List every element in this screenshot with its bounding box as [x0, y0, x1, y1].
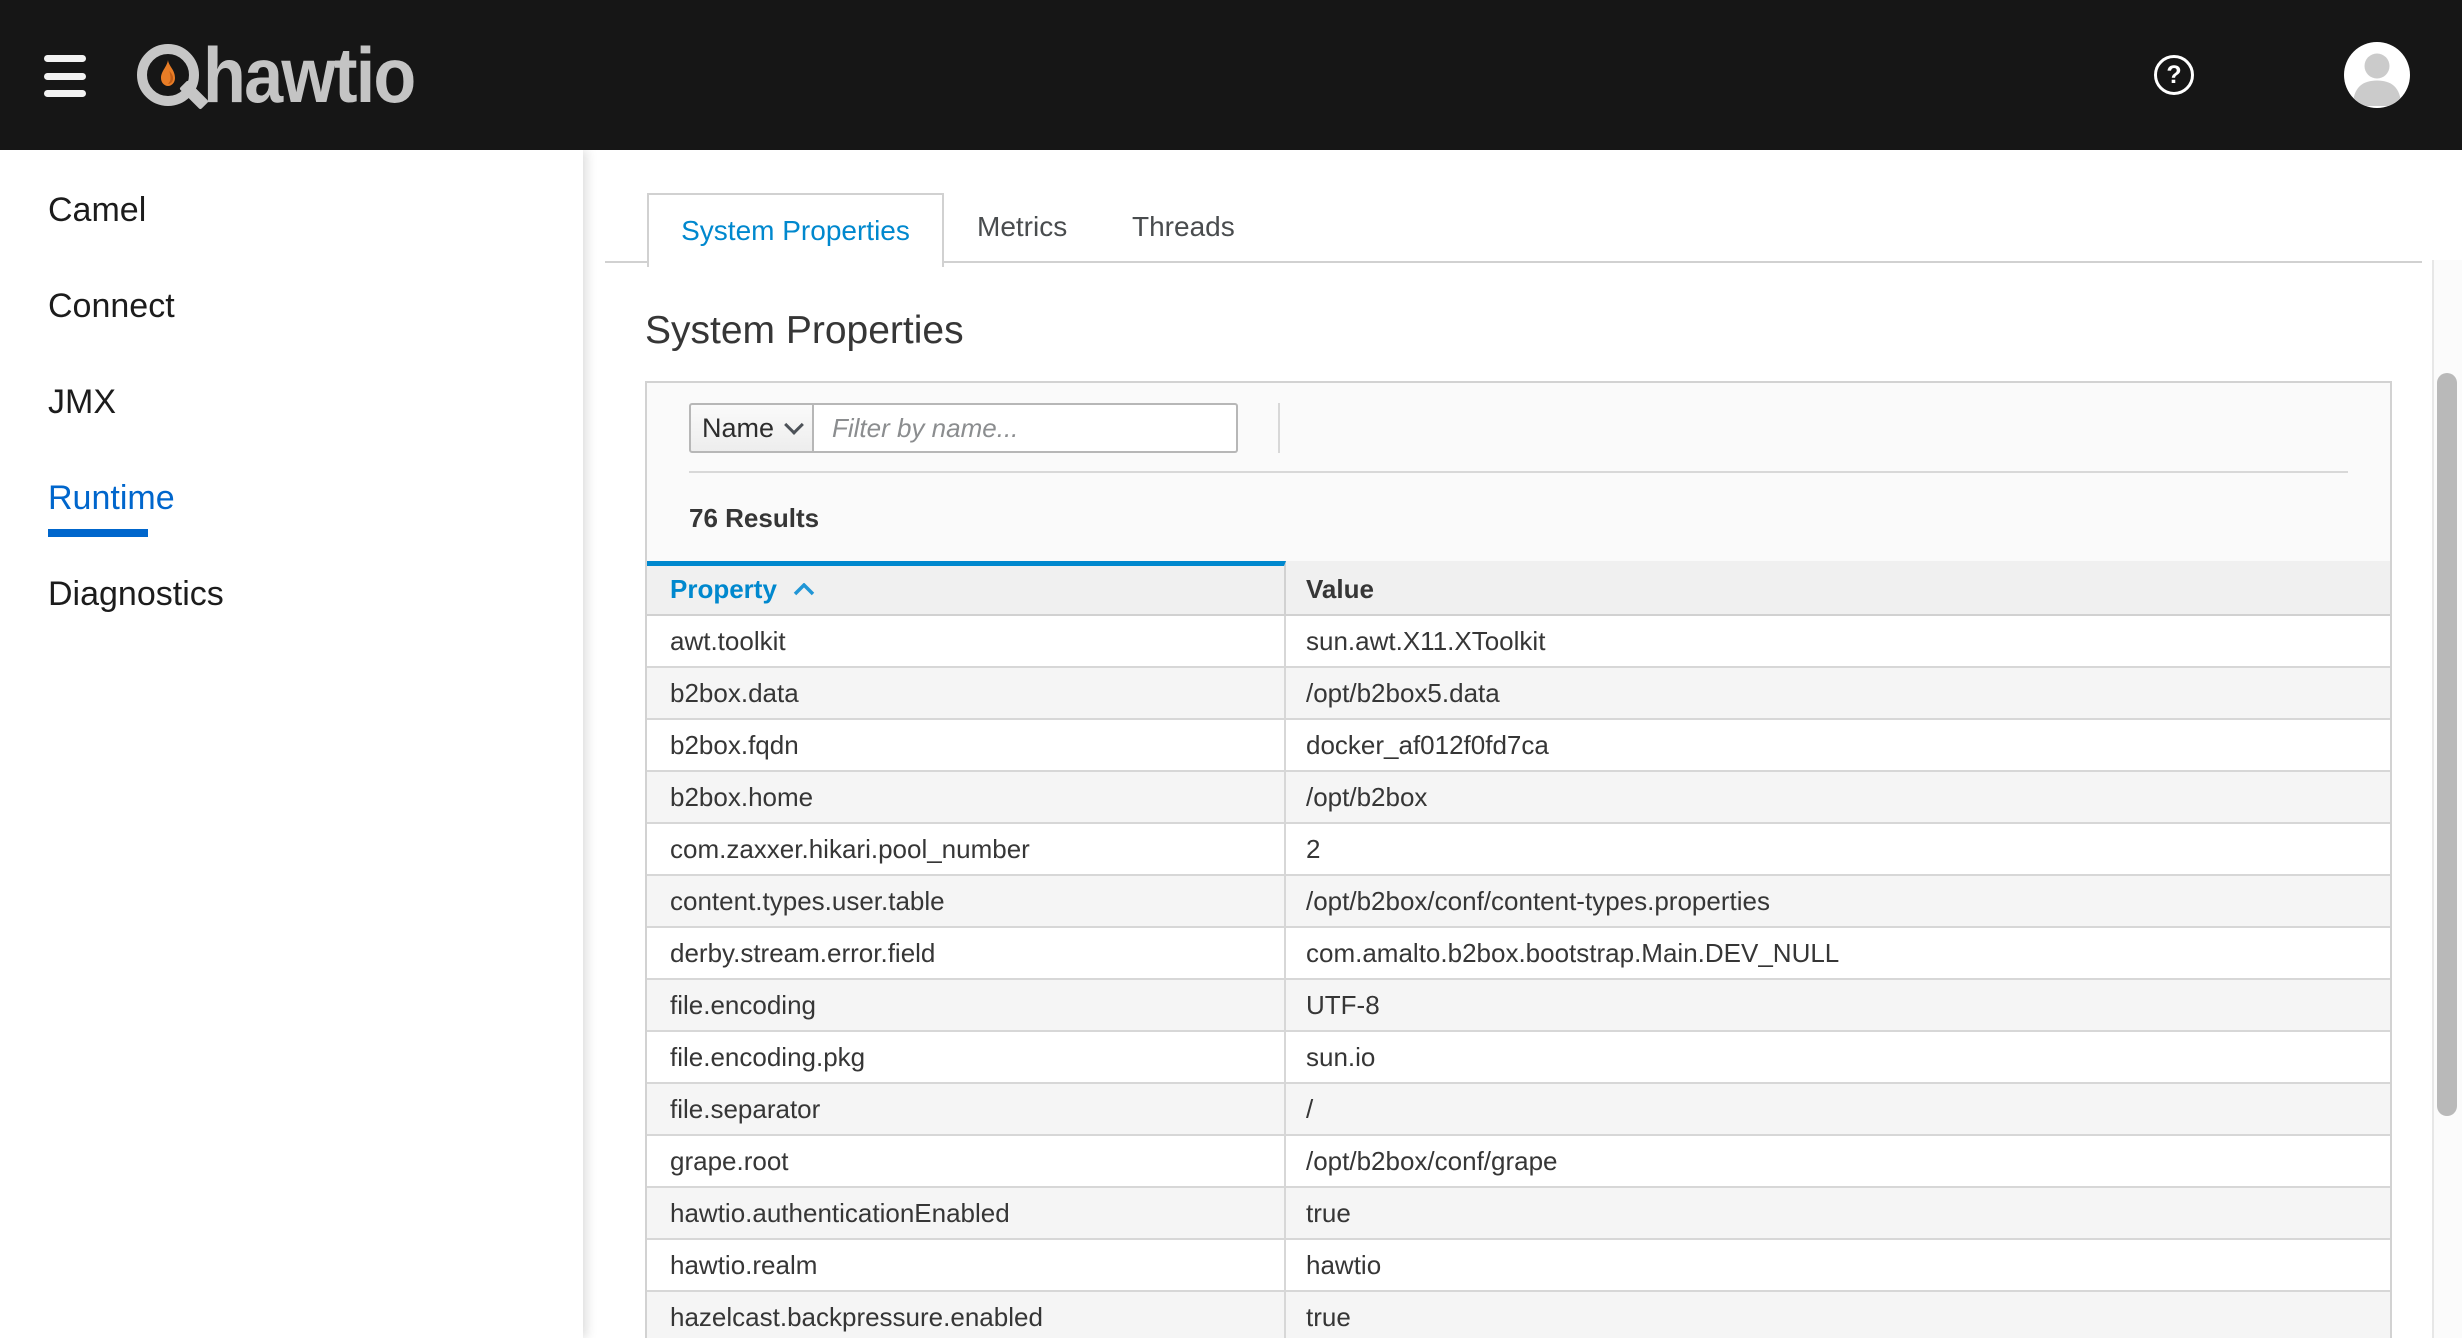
- main-content: System Properties Metrics Threads System…: [583, 150, 2462, 1338]
- property-cell: awt.toolkit: [647, 616, 1286, 666]
- sidebar-item-diagnostics[interactable]: Diagnostics: [0, 546, 583, 642]
- scrollbar-track[interactable]: [2432, 260, 2462, 1338]
- table-row: file.encoding UTF-8: [647, 980, 2390, 1032]
- value-cell: UTF-8: [1286, 980, 2390, 1030]
- table-header-row: Property Value: [647, 561, 2390, 616]
- filter-attribute-dropdown[interactable]: Name: [689, 403, 814, 453]
- brand-logo[interactable]: hawtio: [137, 0, 438, 150]
- table-row: hazelcast.backpressure.enabled true: [647, 1292, 2390, 1338]
- filter-toolbar: Name: [647, 383, 2390, 453]
- table-row: grape.root /opt/b2box/conf/grape: [647, 1136, 2390, 1188]
- property-cell: derby.stream.error.field: [647, 928, 1286, 978]
- property-cell: hawtio.authenticationEnabled: [647, 1188, 1286, 1238]
- chevron-down-icon: [784, 415, 804, 435]
- tab-label: System Properties: [681, 215, 910, 247]
- property-cell: file.encoding: [647, 980, 1286, 1030]
- filter-attribute-label: Name: [702, 413, 774, 444]
- column-header-property[interactable]: Property: [647, 561, 1286, 614]
- tab-system-properties[interactable]: System Properties: [647, 193, 944, 267]
- tab-metrics[interactable]: Metrics: [946, 193, 1098, 261]
- value-cell: sun.io: [1286, 1032, 2390, 1082]
- tab-threads[interactable]: Threads: [1101, 193, 1266, 261]
- tab-bar: System Properties Metrics Threads: [605, 193, 2422, 263]
- property-cell: hawtio.realm: [647, 1240, 1286, 1290]
- hamburger-menu-icon[interactable]: [44, 55, 94, 97]
- value-cell: sun.awt.X11.XToolkit: [1286, 616, 2390, 666]
- table-row: b2box.data /opt/b2box5.data: [647, 668, 2390, 720]
- brand-title: hawtio: [203, 0, 415, 150]
- filter-input[interactable]: [814, 403, 1238, 453]
- value-cell: /: [1286, 1084, 2390, 1134]
- table-row: hawtio.authenticationEnabled true: [647, 1188, 2390, 1240]
- user-avatar[interactable]: [2344, 42, 2410, 108]
- tab-label: Metrics: [977, 211, 1067, 243]
- sidebar-item-label: Diagnostics: [48, 575, 224, 614]
- table-row: content.types.user.table /opt/b2box/conf…: [647, 876, 2390, 928]
- properties-table: Property Value awt.toolkit sun.awt.X11.X…: [647, 561, 2390, 1338]
- value-cell: true: [1286, 1188, 2390, 1238]
- sidebar-item-label: Runtime: [48, 479, 175, 518]
- sidebar-item-connect[interactable]: Connect: [0, 258, 583, 354]
- table-row: com.zaxxer.hikari.pool_number 2: [647, 824, 2390, 876]
- value-cell: 2: [1286, 824, 2390, 874]
- table-row: file.encoding.pkg sun.io: [647, 1032, 2390, 1084]
- property-cell: file.separator: [647, 1084, 1286, 1134]
- table-row: derby.stream.error.field com.amalto.b2bo…: [647, 928, 2390, 980]
- table-row: awt.toolkit sun.awt.X11.XToolkit: [647, 616, 2390, 668]
- table-row: b2box.home /opt/b2box: [647, 772, 2390, 824]
- property-cell: b2box.fqdn: [647, 720, 1286, 770]
- sidebar-nav: Camel Connect JMX Runtime Diagnostics: [0, 150, 583, 1338]
- value-cell: true: [1286, 1292, 2390, 1338]
- table-body: awt.toolkit sun.awt.X11.XToolkit b2box.d…: [647, 616, 2390, 1338]
- filter-group: Name: [689, 403, 1238, 453]
- system-properties-card: Name 76 Results Property: [645, 381, 2392, 1338]
- property-cell: com.zaxxer.hikari.pool_number: [647, 824, 1286, 874]
- person-icon: [2344, 42, 2410, 108]
- table-row: file.separator /: [647, 1084, 2390, 1136]
- property-cell: content.types.user.table: [647, 876, 1286, 926]
- scrollbar-thumb[interactable]: [2437, 373, 2457, 1116]
- value-cell: docker_af012f0fd7ca: [1286, 720, 2390, 770]
- property-cell: grape.root: [647, 1136, 1286, 1186]
- value-cell: /opt/b2box/conf/content-types.properties: [1286, 876, 2390, 926]
- magnifier-flame-icon: [137, 44, 199, 106]
- table-row: b2box.fqdn docker_af012f0fd7ca: [647, 720, 2390, 772]
- table-row: hawtio.realm hawtio: [647, 1240, 2390, 1292]
- sidebar-item-jmx[interactable]: JMX: [0, 354, 583, 450]
- column-header-label: Value: [1306, 574, 1374, 604]
- flame-icon: [156, 59, 180, 91]
- sidebar-item-label: Connect: [48, 287, 175, 326]
- page-title: System Properties: [645, 305, 2392, 357]
- masthead: hawtio ?: [0, 0, 2462, 150]
- sidebar-item-camel[interactable]: Camel: [0, 162, 583, 258]
- column-header-label: Property: [670, 574, 777, 605]
- value-cell: /opt/b2box/conf/grape: [1286, 1136, 2390, 1186]
- sidebar-item-label: Camel: [48, 191, 146, 230]
- sidebar-item-label: JMX: [48, 383, 116, 422]
- value-cell: hawtio: [1286, 1240, 2390, 1290]
- sort-ascending-icon: [793, 583, 815, 596]
- property-cell: file.encoding.pkg: [647, 1032, 1286, 1082]
- property-cell: b2box.home: [647, 772, 1286, 822]
- property-cell: b2box.data: [647, 668, 1286, 718]
- value-cell: /opt/b2box5.data: [1286, 668, 2390, 718]
- help-icon[interactable]: ?: [2154, 55, 2194, 95]
- sidebar-item-runtime[interactable]: Runtime: [0, 450, 583, 546]
- value-cell: com.amalto.b2box.bootstrap.Main.DEV_NULL: [1286, 928, 2390, 978]
- column-header-value[interactable]: Value: [1286, 561, 2390, 614]
- tab-label: Threads: [1132, 211, 1235, 243]
- results-count: 76 Results: [647, 473, 2390, 561]
- toolbar-divider: [1278, 403, 1280, 453]
- value-cell: /opt/b2box: [1286, 772, 2390, 822]
- active-nav-underline: [48, 529, 148, 537]
- property-cell: hazelcast.backpressure.enabled: [647, 1292, 1286, 1338]
